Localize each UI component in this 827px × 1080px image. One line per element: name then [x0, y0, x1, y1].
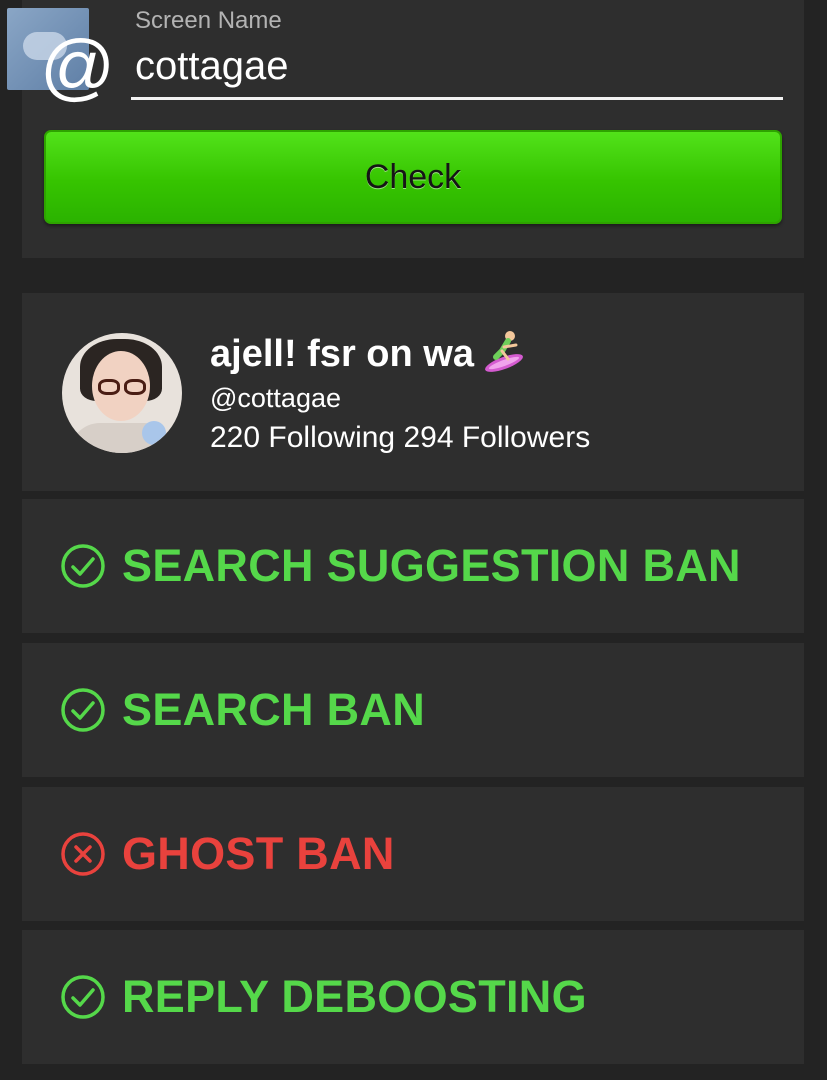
profile-stats: 220 Following 294 Followers [210, 421, 591, 454]
check-button[interactable]: Check [44, 130, 782, 224]
check-circle-icon [61, 544, 105, 588]
display-name: ajell! fsr on wa [210, 329, 528, 383]
result-label-search-suggestion-ban: SEARCH SUGGESTION BAN [122, 540, 741, 591]
result-row: SEARCH SUGGESTION BAN [22, 499, 804, 633]
result-label-search-ban: SEARCH BAN [122, 684, 426, 735]
surfer-emoji-icon [482, 329, 528, 383]
check-circle-icon [61, 688, 105, 732]
result-row: REPLY DEBOOSTING [22, 930, 804, 1064]
x-circle-icon [61, 832, 105, 876]
at-symbol-icon: @ [40, 25, 116, 108]
result-label-ghost-ban: GHOST BAN [122, 828, 395, 879]
screen-name-label: Screen Name [135, 7, 282, 34]
result-row: GHOST BAN [22, 787, 804, 921]
avatar [62, 333, 182, 453]
result-label-reply-deboosting: REPLY DEBOOSTING [122, 971, 587, 1022]
display-name-text: ajell! fsr on wa [210, 333, 474, 376]
result-row: SEARCH BAN [22, 643, 804, 777]
screen-name-input[interactable] [131, 36, 783, 100]
profile-handle: @cottagae [210, 383, 341, 413]
check-circle-icon [61, 975, 105, 1019]
profile-card: ajell! fsr on wa @cottagae 220 Following… [22, 293, 804, 491]
